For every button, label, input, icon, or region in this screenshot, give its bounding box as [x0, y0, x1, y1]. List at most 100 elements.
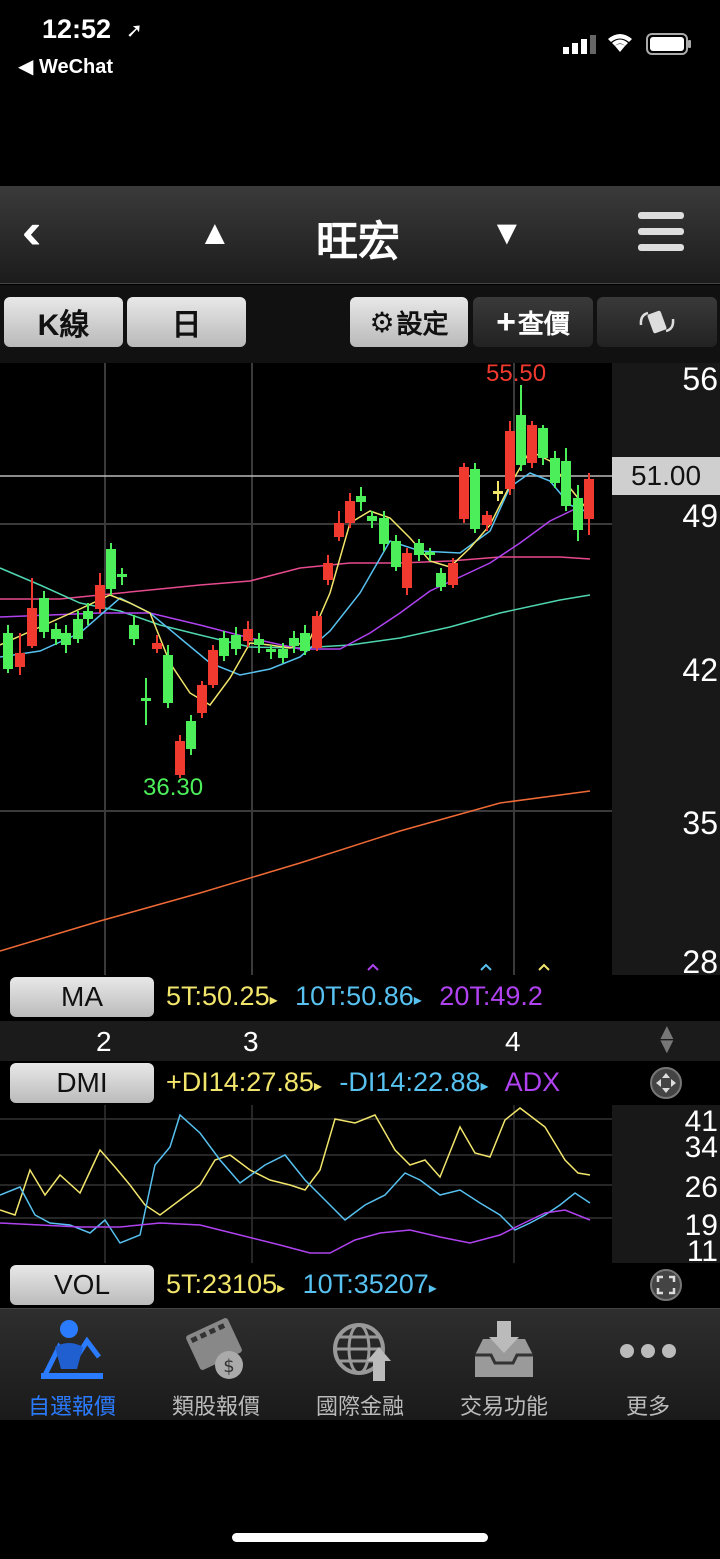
rotate-screen-button[interactable]	[597, 297, 717, 347]
y-tick: 49	[682, 498, 718, 534]
candle	[402, 553, 412, 588]
dmi-row: DMI +DI14:27.85▸ -DI14:22.88▸ ADX	[0, 1061, 720, 1105]
candle	[51, 629, 61, 639]
candle	[278, 649, 288, 658]
tab-more[interactable]: 更多	[576, 1309, 720, 1421]
vol-values: 5T:23105▸ 10T:35207▸	[166, 1269, 437, 1299]
ma-button[interactable]: MA	[10, 977, 154, 1017]
candle	[231, 635, 241, 649]
ma20-value: 20T:49.2	[439, 981, 543, 1011]
candle	[323, 563, 333, 580]
candle	[573, 498, 583, 530]
tab-bar: 自選報價 $ 類股報價 國際金融 交易功能 更多	[0, 1308, 720, 1420]
period-button[interactable]: 日	[127, 297, 246, 347]
dmi-button[interactable]: DMI	[10, 1063, 154, 1103]
candle	[538, 428, 548, 458]
candle	[505, 431, 515, 489]
query-label: 查價	[517, 308, 570, 339]
home-indicator[interactable]	[232, 1533, 488, 1542]
fullscreen-icon[interactable]	[650, 1269, 682, 1301]
tab-sector-quotes[interactable]: $ 類股報價	[144, 1309, 288, 1421]
tab-label: 類股報價	[171, 1394, 260, 1419]
tab-label: 交易功能	[459, 1394, 548, 1419]
y-tick: 35	[682, 805, 718, 841]
candle	[459, 467, 469, 519]
candle	[414, 543, 424, 555]
kline-button[interactable]: K線	[4, 297, 123, 347]
candle	[493, 491, 503, 494]
person-chart-icon	[41, 1320, 103, 1379]
candle	[425, 552, 435, 555]
candle	[482, 515, 492, 525]
candle	[15, 653, 25, 667]
candlestick-chart[interactable]: 55.50 36.30 56 49 42 35 28	[0, 363, 720, 975]
high-price-label: 55.50	[486, 363, 546, 387]
svg-text:$: $	[223, 1356, 234, 1377]
more-dots-icon	[620, 1344, 676, 1358]
query-price-button[interactable]: + 查價	[473, 297, 593, 347]
candle	[254, 639, 264, 645]
x-tick: 3	[243, 1026, 259, 1057]
ma-values: 5T:50.25▸ 10T:50.86▸ 20T:49.2	[166, 981, 543, 1011]
rotate-screen-icon	[639, 310, 675, 334]
stock-title: 旺宏	[316, 218, 401, 265]
back-to-wechat-link[interactable]: ◀ WeChat	[18, 54, 113, 79]
dmi-y-tick: 26	[685, 1171, 718, 1204]
candle	[73, 619, 83, 639]
candle	[95, 585, 105, 609]
current-price-box: 51.00	[612, 457, 720, 495]
plus-icon: +	[496, 302, 516, 341]
candle	[561, 461, 571, 506]
double-chevron-left-icon[interactable]: ‹‹	[22, 202, 42, 260]
vol-row: VOL 5T:23105▸ 10T:35207▸	[0, 1263, 720, 1307]
candle	[334, 523, 344, 537]
globe-icon	[333, 1323, 391, 1381]
candle	[516, 415, 526, 465]
x-axis: 2 3 4 ▲ ▼	[0, 1021, 720, 1061]
kline-label: K線	[37, 309, 90, 342]
tab-label: 更多	[625, 1394, 670, 1419]
tab-international-finance[interactable]: 國際金融	[288, 1309, 432, 1421]
ma10-value: 10T:50.86	[295, 981, 414, 1011]
candle	[39, 598, 49, 632]
candle	[266, 649, 276, 652]
adx-value: ADX	[504, 1067, 561, 1097]
candle	[27, 608, 37, 646]
resize-handle-icon[interactable]: ▲ ▼	[656, 1021, 678, 1057]
tab-trading[interactable]: 交易功能	[432, 1309, 576, 1421]
candle	[186, 721, 196, 749]
next-stock-arrow-icon[interactable]: ▼	[490, 214, 524, 253]
y-tick: 28	[682, 944, 718, 975]
y-tick: 42	[682, 652, 718, 688]
signal-icon	[563, 35, 596, 54]
hamburger-menu-icon[interactable]	[638, 212, 684, 260]
candle	[163, 655, 173, 703]
tab-watchlist[interactable]: 自選報價	[0, 1309, 144, 1421]
candle	[391, 541, 401, 567]
candle	[584, 479, 594, 519]
ma5-value: 5T:50.25	[166, 981, 270, 1011]
location-arrow-icon: ➚	[126, 20, 143, 42]
candle	[448, 563, 458, 585]
vol10-value: 10T:35207	[302, 1269, 429, 1299]
vol-button[interactable]: VOL	[10, 1265, 154, 1305]
candle	[356, 496, 366, 502]
period-label: 日	[171, 309, 202, 342]
move-icon[interactable]	[650, 1067, 682, 1099]
candle	[197, 685, 207, 713]
wifi-icon	[608, 34, 632, 52]
x-tick: 4	[505, 1026, 521, 1057]
previous-stock-arrow-icon[interactable]: ▲	[198, 214, 232, 253]
settings-button[interactable]: ⚙ 設定	[350, 297, 468, 347]
dmi-chart[interactable]: 41 34 26 19 11	[0, 1105, 720, 1263]
minus-di-value: -DI14:22.88	[339, 1067, 481, 1097]
candle	[141, 698, 151, 701]
tab-label: 國際金融	[315, 1394, 404, 1419]
tab-label: 自選報價	[27, 1394, 116, 1419]
status-bar: 12:52 ➚ ◀ WeChat	[0, 0, 720, 90]
candle	[175, 741, 185, 775]
chart-toolbar: K線 日 ⚙ 設定 + 查價	[0, 285, 720, 363]
nav-bar: ‹‹ ▲ 旺宏 ▼	[0, 186, 720, 284]
candle	[106, 549, 116, 589]
y-tick: 56	[682, 363, 718, 397]
